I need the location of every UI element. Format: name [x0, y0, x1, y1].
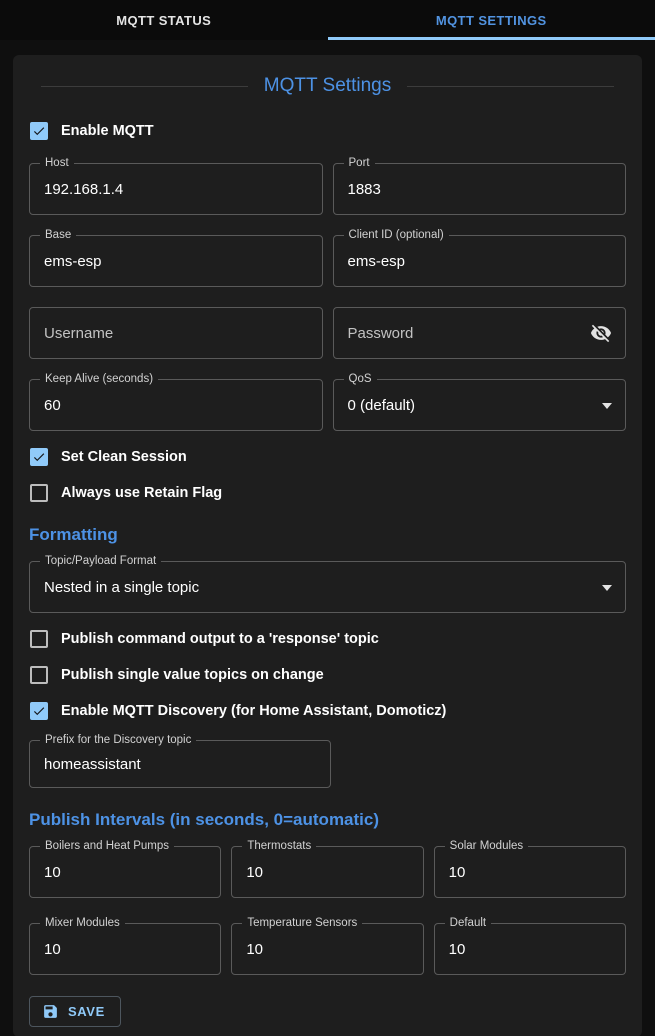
check-icon	[32, 123, 46, 139]
credentials-row	[29, 307, 626, 359]
publish-single-row[interactable]: Publish single value topics on change	[29, 663, 626, 687]
solar-interval-field[interactable]: Solar Modules	[434, 846, 626, 898]
port-field[interactable]: Port	[333, 163, 627, 215]
client-id-field-label: Client ID (optional)	[344, 229, 449, 242]
qos-select-label: QoS	[344, 373, 377, 386]
default-interval-field[interactable]: Default	[434, 923, 626, 975]
save-icon	[42, 1003, 59, 1020]
publish-response-checkbox[interactable]	[30, 630, 48, 648]
password-input[interactable]	[334, 308, 626, 358]
publish-response-label: Publish command output to a 'response' t…	[61, 631, 379, 647]
client-id-input[interactable]	[334, 236, 626, 286]
mqtt-settings-card: MQTT Settings Enable MQTT Host Port Base…	[13, 55, 642, 1036]
mixer-interval-field[interactable]: Mixer Modules	[29, 923, 221, 975]
solar-interval-input[interactable]	[435, 847, 625, 897]
save-button[interactable]: SAVE	[29, 996, 121, 1027]
topic-format-select-label: Topic/Payload Format	[40, 555, 161, 568]
set-clean-session-label: Set Clean Session	[61, 449, 187, 465]
enable-mqtt-label: Enable MQTT	[61, 123, 154, 139]
boilers-interval-field[interactable]: Boilers and Heat Pumps	[29, 846, 221, 898]
publish-single-checkbox[interactable]	[30, 666, 48, 684]
base-clientid-row: Base Client ID (optional)	[29, 235, 626, 287]
temperature-interval-input[interactable]	[232, 924, 422, 974]
chevron-down-icon	[602, 585, 612, 591]
always-retain-label: Always use Retain Flag	[61, 485, 222, 501]
tab-bar: MQTT STATUS MQTT SETTINGS	[0, 0, 655, 40]
enable-discovery-row[interactable]: Enable MQTT Discovery (for Home Assistan…	[29, 699, 626, 723]
keep-alive-field-label: Keep Alive (seconds)	[40, 373, 158, 386]
discovery-prefix-input[interactable]	[30, 741, 330, 787]
tab-mqtt-status[interactable]: MQTT STATUS	[0, 0, 328, 40]
client-id-field[interactable]: Client ID (optional)	[333, 235, 627, 287]
page-title: MQTT Settings	[248, 75, 407, 97]
publish-single-label: Publish single value topics on change	[61, 667, 324, 683]
save-button-label: SAVE	[68, 1004, 105, 1019]
mixer-interval-input[interactable]	[30, 924, 220, 974]
tab-mqtt-settings-label: MQTT SETTINGS	[436, 13, 547, 28]
always-retain-checkbox[interactable]	[30, 484, 48, 502]
publish-response-row[interactable]: Publish command output to a 'response' t…	[29, 627, 626, 651]
thermostats-interval-label: Thermostats	[242, 840, 316, 853]
set-clean-session-checkbox[interactable]	[30, 448, 48, 466]
active-tab-indicator	[328, 37, 655, 40]
boilers-interval-input[interactable]	[30, 847, 220, 897]
keepalive-qos-row: Keep Alive (seconds) QoS 0 (default)	[29, 379, 626, 431]
discovery-prefix-field-label: Prefix for the Discovery topic	[40, 734, 196, 747]
username-input[interactable]	[30, 308, 322, 358]
enable-discovery-checkbox[interactable]	[30, 702, 48, 720]
base-field-label: Base	[40, 229, 76, 242]
title-divider-right	[407, 86, 614, 87]
keep-alive-field[interactable]: Keep Alive (seconds)	[29, 379, 323, 431]
topic-format-select[interactable]: Topic/Payload Format Nested in a single …	[29, 561, 626, 613]
enable-mqtt-checkbox[interactable]	[30, 122, 48, 140]
intervals-row-2: Mixer Modules Temperature Sensors Defaul…	[29, 923, 626, 975]
host-port-row: Host Port	[29, 163, 626, 215]
formatting-heading: Formatting	[29, 525, 626, 547]
topic-format-selected-value: Nested in a single topic	[30, 579, 199, 596]
solar-interval-label: Solar Modules	[445, 840, 529, 853]
temperature-interval-label: Temperature Sensors	[242, 917, 362, 930]
username-field[interactable]	[29, 307, 323, 359]
mixer-interval-label: Mixer Modules	[40, 917, 125, 930]
chevron-down-icon	[602, 403, 612, 409]
qos-selected-value: 0 (default)	[334, 397, 416, 414]
enable-discovery-label: Enable MQTT Discovery (for Home Assistan…	[61, 703, 446, 719]
port-field-label: Port	[344, 157, 375, 170]
default-interval-input[interactable]	[435, 924, 625, 974]
tab-mqtt-settings[interactable]: MQTT SETTINGS	[328, 0, 655, 40]
host-field[interactable]: Host	[29, 163, 323, 215]
title-divider-left	[41, 86, 248, 87]
base-field[interactable]: Base	[29, 235, 323, 287]
enable-mqtt-row[interactable]: Enable MQTT	[29, 119, 626, 143]
toggle-password-visibility-button[interactable]	[587, 319, 615, 347]
intervals-row-1: Boilers and Heat Pumps Thermostats Solar…	[29, 846, 626, 898]
card-title-row: MQTT Settings	[41, 71, 614, 101]
set-clean-session-row[interactable]: Set Clean Session	[29, 445, 626, 469]
discovery-prefix-field[interactable]: Prefix for the Discovery topic	[29, 740, 331, 788]
temperature-interval-field[interactable]: Temperature Sensors	[231, 923, 423, 975]
default-interval-label: Default	[445, 917, 491, 930]
base-input[interactable]	[30, 236, 322, 286]
publish-intervals-heading: Publish Intervals (in seconds, 0=automat…	[29, 810, 626, 832]
port-input[interactable]	[334, 164, 626, 214]
thermostats-interval-field[interactable]: Thermostats	[231, 846, 423, 898]
qos-select[interactable]: QoS 0 (default)	[333, 379, 627, 431]
visibility-off-icon	[590, 322, 612, 344]
password-field[interactable]	[333, 307, 627, 359]
keep-alive-input[interactable]	[30, 380, 322, 430]
thermostats-interval-input[interactable]	[232, 847, 422, 897]
host-field-label: Host	[40, 157, 74, 170]
boilers-interval-label: Boilers and Heat Pumps	[40, 840, 174, 853]
always-retain-row[interactable]: Always use Retain Flag	[29, 481, 626, 505]
check-icon	[32, 449, 46, 465]
host-input[interactable]	[30, 164, 322, 214]
tab-mqtt-status-label: MQTT STATUS	[116, 13, 211, 28]
check-icon	[32, 703, 46, 719]
